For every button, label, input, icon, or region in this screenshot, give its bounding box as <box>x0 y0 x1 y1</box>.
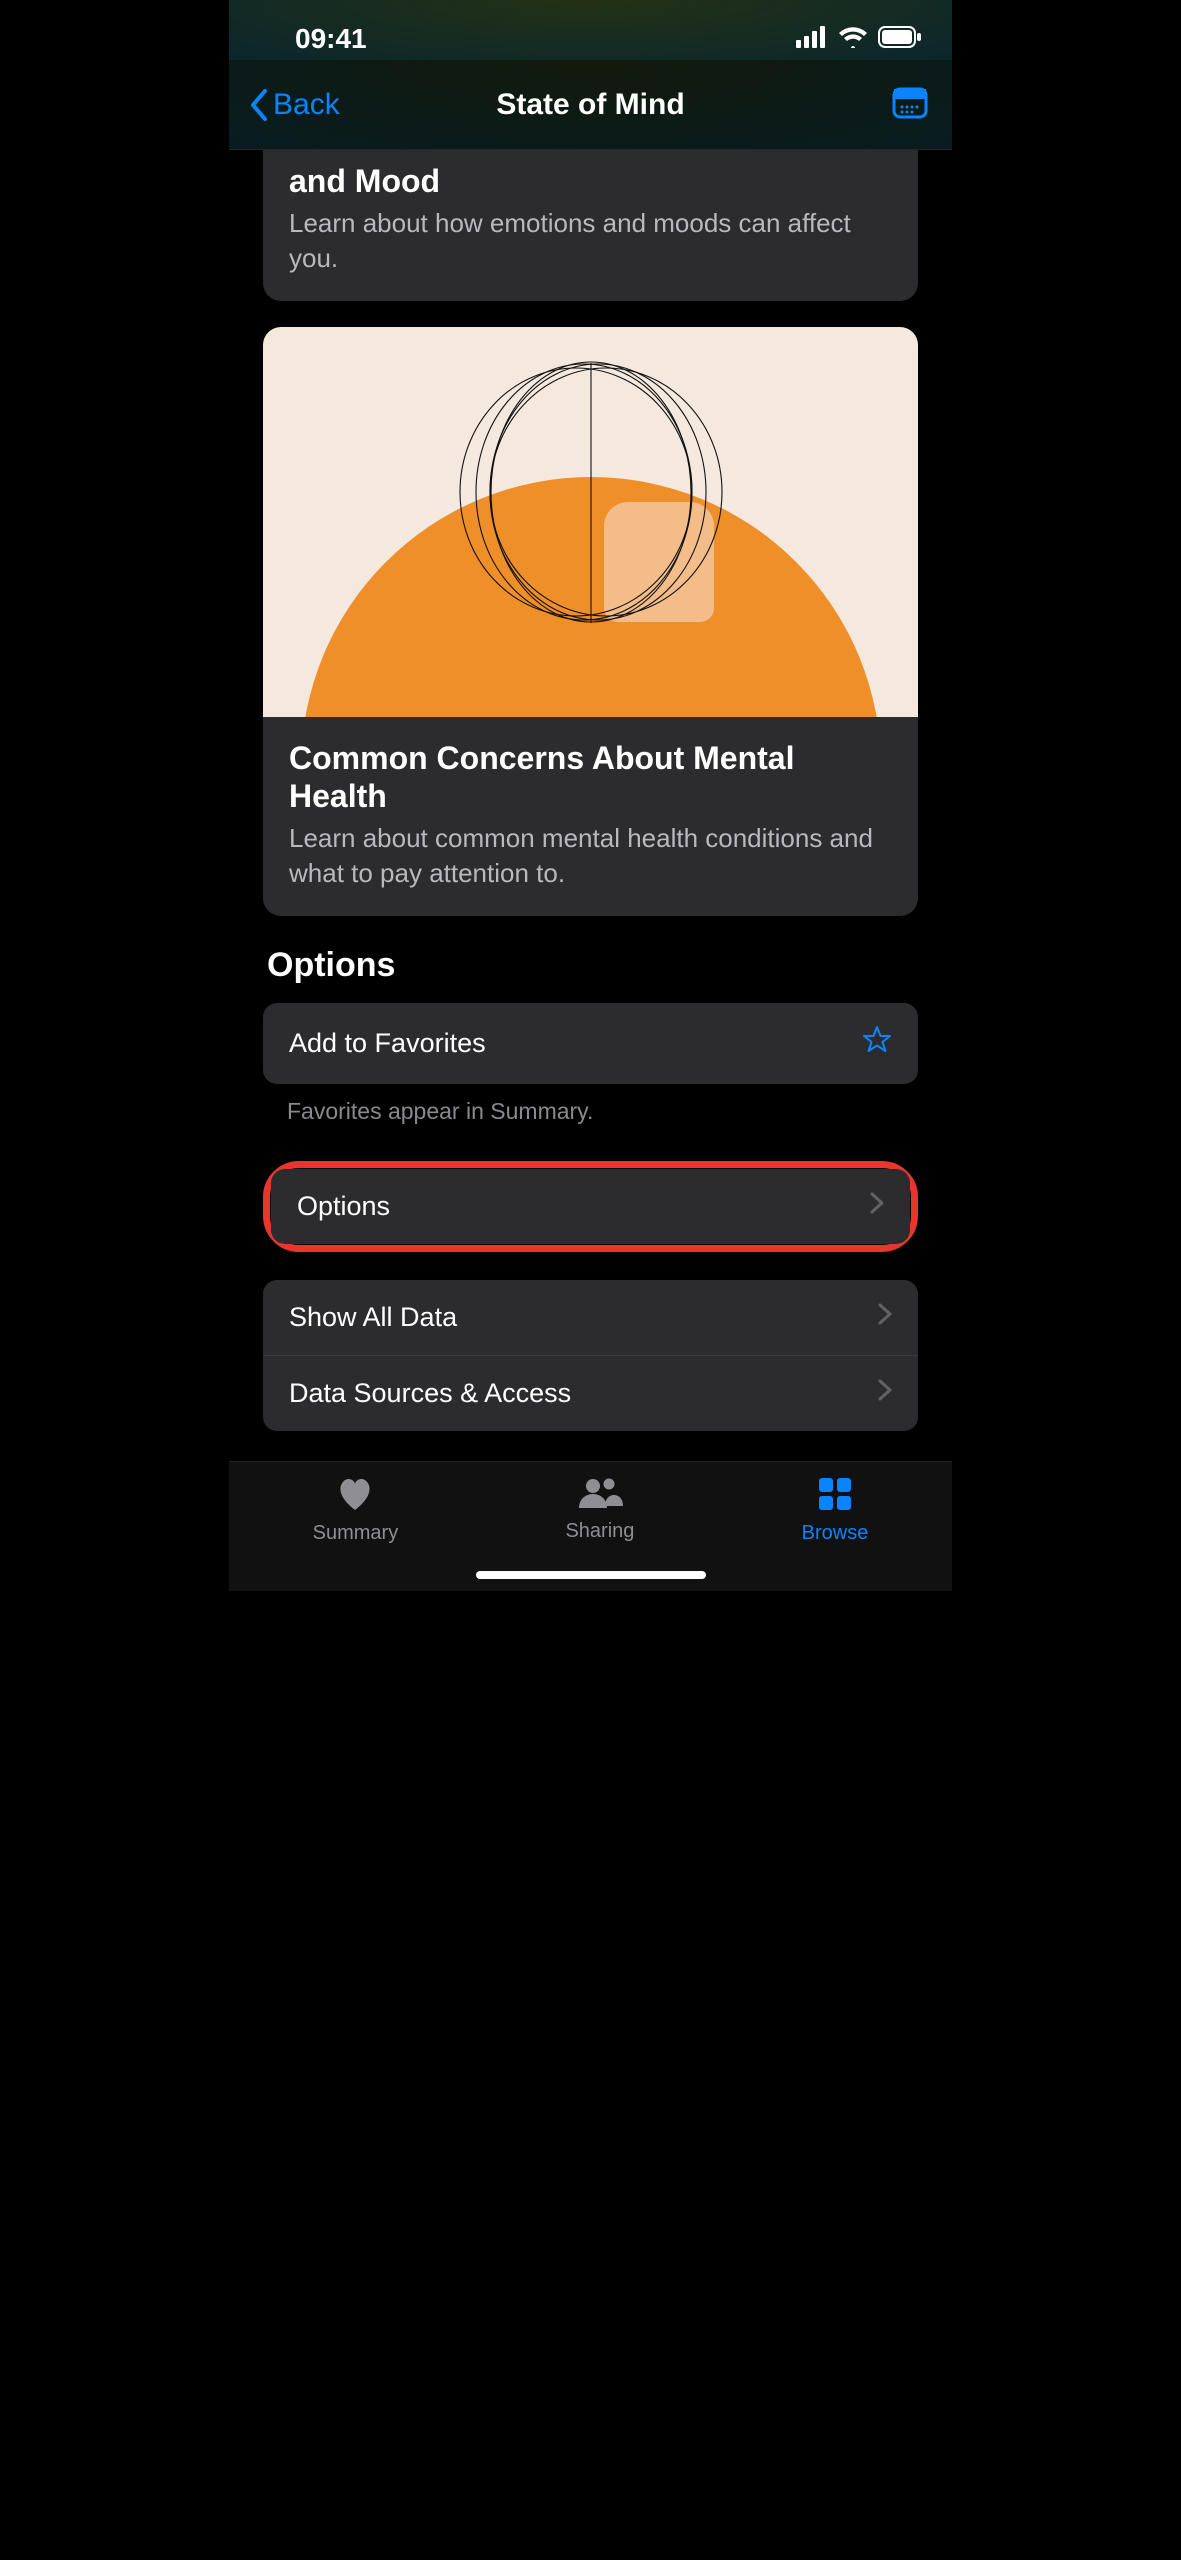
star-icon <box>862 1025 892 1062</box>
add-to-favorites-row[interactable]: Add to Favorites <box>263 1003 918 1084</box>
tab-label: Sharing <box>565 1520 634 1543</box>
heart-icon <box>335 1476 375 1518</box>
article-card-mental-health[interactable]: Common Concerns About Mental Health Lear… <box>263 327 918 916</box>
grid-icon <box>817 1476 853 1518</box>
card-title: and Mood <box>289 162 892 200</box>
battery-icon <box>878 26 922 53</box>
row-label: Data Sources & Access <box>289 1378 571 1409</box>
chevron-right-icon <box>870 1192 884 1221</box>
card-subtitle: Learn about how emotions and moods can a… <box>289 206 892 276</box>
card-subtitle: Learn about common mental health conditi… <box>289 821 892 891</box>
card-title: Common Concerns About Mental Health <box>289 739 892 816</box>
tab-sharing[interactable]: Sharing <box>565 1476 634 1543</box>
tab-summary[interactable]: Summary <box>313 1476 399 1545</box>
row-label: Options <box>297 1191 390 1222</box>
cellular-icon <box>796 26 828 53</box>
status-icons <box>796 26 922 53</box>
tab-label: Summary <box>313 1522 399 1545</box>
calendar-button[interactable] <box>892 85 928 124</box>
highlight-ring: Options <box>263 1161 918 1252</box>
row-label: Show All Data <box>289 1302 457 1333</box>
options-heading: Options <box>267 946 914 985</box>
favorites-note: Favorites appear in Summary. <box>263 1084 918 1125</box>
options-row[interactable]: Options <box>271 1169 910 1244</box>
status-bar: 09:41 <box>229 0 952 60</box>
row-label: Add to Favorites <box>289 1028 486 1059</box>
data-sources-row[interactable]: Data Sources & Access <box>263 1355 918 1431</box>
article-card-mood[interactable]: and Mood Learn about how emotions and mo… <box>263 150 918 301</box>
nav-bar: Back State of Mind <box>229 60 952 150</box>
chevron-right-icon <box>878 1379 892 1408</box>
tab-browse[interactable]: Browse <box>802 1476 869 1545</box>
wifi-icon <box>838 26 868 53</box>
card-illustration <box>263 327 918 717</box>
home-indicator[interactable] <box>476 1571 706 1579</box>
status-time: 09:41 <box>295 23 367 55</box>
show-all-data-row[interactable]: Show All Data <box>263 1280 918 1355</box>
tab-bar: Summary Sharing Browse <box>229 1461 952 1591</box>
nav-title: State of Mind <box>229 88 952 122</box>
chevron-right-icon <box>878 1303 892 1332</box>
tab-label: Browse <box>802 1522 869 1545</box>
people-icon <box>577 1476 623 1516</box>
